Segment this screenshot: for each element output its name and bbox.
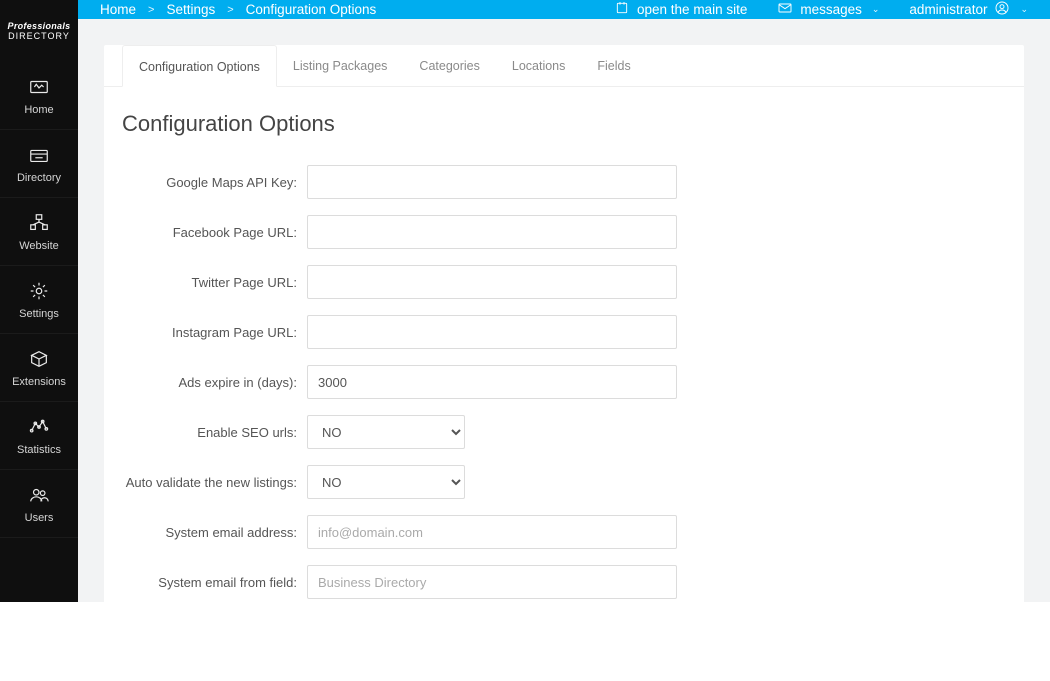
tabs: Configuration Options Listing Packages C… bbox=[104, 45, 1024, 87]
chevron-down-icon: ⌄ bbox=[1020, 4, 1028, 15]
nav-settings[interactable]: Settings bbox=[0, 266, 78, 334]
label-system-email: System email address: bbox=[122, 525, 307, 540]
brand-logo: Professionals DIRECTORY bbox=[0, 0, 78, 62]
label-twitter-url: Twitter Page URL: bbox=[122, 275, 307, 290]
open-main-site-link[interactable]: open the main site bbox=[614, 0, 747, 19]
input-instagram-url[interactable] bbox=[307, 315, 677, 349]
breadcrumb: Home > Settings > Configuration Options bbox=[100, 2, 376, 17]
row-auto-validate: Auto validate the new listings: NO YES bbox=[122, 465, 1006, 499]
label-instagram-url: Instagram Page URL: bbox=[122, 325, 307, 340]
external-icon bbox=[614, 0, 630, 19]
brand-line2: DIRECTORY bbox=[8, 31, 70, 41]
input-facebook-url[interactable] bbox=[307, 215, 677, 249]
panel: Configuration Options Google Maps API Ke… bbox=[104, 87, 1024, 655]
user-label: administrator bbox=[909, 2, 987, 17]
breadcrumb-sep: > bbox=[227, 4, 233, 16]
nav-label: Extensions bbox=[12, 376, 66, 388]
label-enable-seo: Enable SEO urls: bbox=[122, 425, 307, 440]
statistics-icon bbox=[27, 416, 51, 438]
row-twitter-url: Twitter Page URL: bbox=[122, 265, 1006, 299]
settings-icon bbox=[27, 280, 51, 302]
input-system-email[interactable] bbox=[307, 515, 677, 549]
row-google-maps-key: Google Maps API Key: bbox=[122, 165, 1006, 199]
nav-website[interactable]: Website bbox=[0, 198, 78, 266]
nav-users[interactable]: Users bbox=[0, 470, 78, 538]
label-auto-validate: Auto validate the new listings: bbox=[122, 475, 307, 490]
topbar: Home > Settings > Configuration Options … bbox=[78, 0, 1050, 19]
input-system-email-from[interactable] bbox=[307, 565, 677, 599]
nav-label: Home bbox=[24, 104, 53, 116]
home-icon bbox=[27, 76, 51, 98]
nav-label: Users bbox=[25, 512, 54, 524]
messages-label: messages bbox=[800, 2, 862, 17]
user-avatar-icon bbox=[994, 0, 1010, 19]
row-system-email: System email address: bbox=[122, 515, 1006, 549]
nav-statistics[interactable]: Statistics bbox=[0, 402, 78, 470]
tab-listing-packages[interactable]: Listing Packages bbox=[277, 45, 404, 86]
nav-label: Website bbox=[19, 240, 59, 252]
label-google-maps-key: Google Maps API Key: bbox=[122, 175, 307, 190]
chevron-down-icon: ⌄ bbox=[872, 4, 880, 15]
topbar-right: open the main site messages ⌄ administra… bbox=[614, 0, 1028, 19]
mail-icon bbox=[777, 0, 793, 19]
messages-menu[interactable]: messages ⌄ bbox=[777, 0, 879, 19]
nav-label: Statistics bbox=[17, 444, 61, 456]
row-instagram-url: Instagram Page URL: bbox=[122, 315, 1006, 349]
extensions-icon bbox=[27, 348, 51, 370]
row-enable-seo: Enable SEO urls: NO YES bbox=[122, 415, 1006, 449]
directory-icon bbox=[27, 144, 51, 166]
breadcrumb-settings[interactable]: Settings bbox=[166, 2, 215, 17]
tab-categories[interactable]: Categories bbox=[403, 45, 495, 86]
nav-label: Settings bbox=[19, 308, 59, 320]
select-enable-seo[interactable]: NO YES bbox=[307, 415, 465, 449]
page-title: Configuration Options bbox=[122, 111, 1006, 137]
tab-configuration-options[interactable]: Configuration Options bbox=[122, 45, 277, 87]
label-ads-expire: Ads expire in (days): bbox=[122, 375, 307, 390]
brand-line1: Professionals bbox=[8, 21, 71, 31]
nav-extensions[interactable]: Extensions bbox=[0, 334, 78, 402]
users-icon bbox=[27, 484, 51, 506]
user-menu[interactable]: administrator ⌄ bbox=[909, 0, 1028, 19]
breadcrumb-sep: > bbox=[148, 4, 154, 16]
website-icon bbox=[27, 212, 51, 234]
open-site-label: open the main site bbox=[637, 2, 747, 17]
breadcrumb-current[interactable]: Configuration Options bbox=[246, 2, 377, 17]
tab-fields[interactable]: Fields bbox=[581, 45, 646, 86]
nav-directory[interactable]: Directory bbox=[0, 130, 78, 198]
select-auto-validate[interactable]: NO YES bbox=[307, 465, 465, 499]
nav-label: Directory bbox=[17, 172, 61, 184]
row-ads-expire: Ads expire in (days): bbox=[122, 365, 1006, 399]
input-google-maps-key[interactable] bbox=[307, 165, 677, 199]
sidebar: Professionals DIRECTORY Home Directory W… bbox=[0, 0, 78, 602]
nav-home[interactable]: Home bbox=[0, 62, 78, 130]
content: Configuration Options Listing Packages C… bbox=[78, 19, 1050, 681]
input-twitter-url[interactable] bbox=[307, 265, 677, 299]
tab-locations[interactable]: Locations bbox=[496, 45, 582, 86]
card: Configuration Options Listing Packages C… bbox=[104, 45, 1024, 655]
row-system-email-from: System email from field: bbox=[122, 565, 1006, 599]
sidebar-nav: Home Directory Website Settings Extensio bbox=[0, 62, 78, 538]
label-facebook-url: Facebook Page URL: bbox=[122, 225, 307, 240]
input-ads-expire[interactable] bbox=[307, 365, 677, 399]
label-system-email-from: System email from field: bbox=[122, 575, 307, 590]
main-area: Home > Settings > Configuration Options … bbox=[78, 0, 1050, 602]
row-facebook-url: Facebook Page URL: bbox=[122, 215, 1006, 249]
breadcrumb-home[interactable]: Home bbox=[100, 2, 136, 17]
